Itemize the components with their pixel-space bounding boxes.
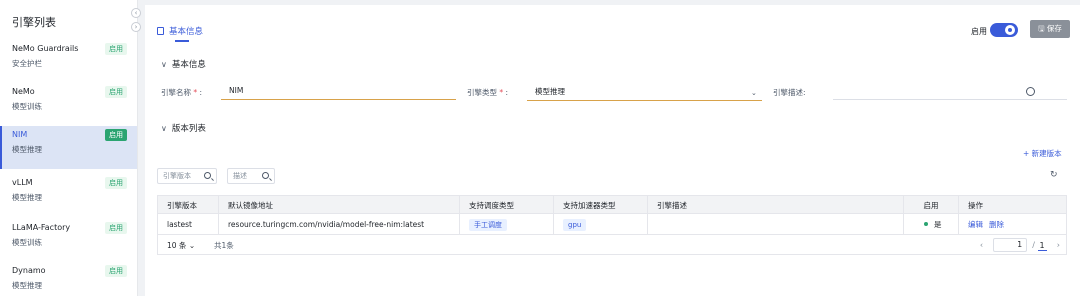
search-icon[interactable] xyxy=(262,172,269,179)
sidebar-item-category: 模型训练 xyxy=(12,238,42,247)
engine-type-select[interactable]: 模型推理 xyxy=(527,84,762,101)
status-badge: 启用 xyxy=(105,43,127,55)
sidebar-item-nemo-guardrails[interactable]: NeMo Guardrails 安全护栏 启用 xyxy=(0,40,137,83)
delete-link[interactable]: 删除 xyxy=(989,220,1004,229)
refresh-icon[interactable]: ↻ xyxy=(1050,170,1058,180)
tab-active-indicator xyxy=(175,40,189,42)
column-header: 支持调度类型 xyxy=(460,196,554,213)
page-size-select[interactable]: 10 条 ⌄ xyxy=(167,240,195,251)
collapse-left-icon[interactable]: ‹ xyxy=(131,8,141,18)
image-cell: resource.turingcm.com/nvidia/model-free-… xyxy=(219,214,460,234)
sidebar-item-nemo[interactable]: NeMo 模型训练 启用 xyxy=(0,83,137,126)
chevron-down-icon: ⌄ xyxy=(188,241,196,250)
column-header: 启用 xyxy=(904,196,959,213)
schedule-tag: 手工调度 xyxy=(469,219,507,231)
actions-cell: 编辑 删除 xyxy=(959,214,1066,234)
page-total: 1 xyxy=(1037,240,1047,251)
document-icon xyxy=(157,27,164,35)
version-table: 引擎版本 默认镜像地址 支持调度类型 支持加速器类型 引擎描述 启用 操作 la… xyxy=(157,195,1067,255)
section-title: 版本列表 xyxy=(171,124,206,134)
search-icon[interactable] xyxy=(204,172,211,179)
page-number-input[interactable]: 1 xyxy=(993,238,1028,252)
enabled-value: 是 xyxy=(934,220,942,229)
save-label: 保存 xyxy=(1046,24,1062,33)
column-header: 支持加速器类型 xyxy=(554,196,648,213)
tab-label: 基本信息 xyxy=(169,27,204,37)
engine-type-label: 引擎类型 * : xyxy=(467,88,509,97)
plus-icon: + xyxy=(1023,149,1032,158)
sidebar-item-nim[interactable]: NIM 模型推理 启用 xyxy=(0,126,137,169)
sidebar-item-name: LLaMA-Factory xyxy=(12,223,71,232)
pagination: ‹ 1 / 1 › xyxy=(980,238,1060,252)
toggle-knob xyxy=(1005,25,1015,35)
engine-detail-panel: 基本信息 启用 🖫 保存 ∨ 基本信息 引擎名称 * : NIM 引擎类型 * :… xyxy=(145,5,1080,296)
sidebar-title: 引擎列表 xyxy=(12,16,56,29)
save-button[interactable]: 🖫 保存 xyxy=(1030,20,1070,38)
table-footer: 10 条 ⌄ 共1条 ‹ 1 / 1 › xyxy=(157,235,1067,255)
expand-right-icon[interactable]: › xyxy=(131,22,141,32)
enable-toggle[interactable] xyxy=(990,23,1018,37)
schedule-cell: 手工调度 xyxy=(460,214,554,234)
section-title: 基本信息 xyxy=(171,60,206,70)
enable-label: 启用 xyxy=(971,27,987,36)
column-header: 引擎描述 xyxy=(648,196,904,213)
sidebar-item-category: 模型推理 xyxy=(12,281,42,290)
accel-cell: gpu xyxy=(554,214,648,234)
table-header: 引擎版本 默认镜像地址 支持调度类型 支持加速器类型 引擎描述 启用 操作 xyxy=(157,195,1067,214)
engine-desc-label: 引擎描述: xyxy=(773,88,806,97)
status-badge: 启用 xyxy=(105,177,127,189)
prev-page-icon[interactable]: ‹ xyxy=(980,241,983,250)
accel-tag: gpu xyxy=(563,219,587,231)
search-placeholder: 描述 xyxy=(233,172,247,180)
edit-link[interactable]: 编辑 xyxy=(968,220,983,229)
next-page-icon[interactable]: › xyxy=(1057,241,1060,250)
search-version-input[interactable]: 引擎版本 xyxy=(157,168,217,184)
sidebar-item-name: Dynamo xyxy=(12,266,46,275)
version-list-section-header[interactable]: ∨ 版本列表 xyxy=(161,122,206,134)
status-dot xyxy=(924,222,928,226)
page-size-value: 10 条 xyxy=(167,241,187,250)
sidebar-item-name: NeMo Guardrails xyxy=(12,44,79,53)
globe-icon[interactable] xyxy=(1026,87,1035,96)
sidebar-item-category: 模型训练 xyxy=(12,102,42,111)
sidebar-item-category: 模型推理 xyxy=(12,193,42,202)
sidebar-item-name: NIM xyxy=(12,130,28,139)
status-badge: 启用 xyxy=(105,265,127,277)
chevron-down-icon: ⌄ xyxy=(751,89,757,97)
sidebar-item-llama-factory[interactable]: LLaMA-Factory 模型训练 启用 xyxy=(0,219,137,262)
column-header: 引擎版本 xyxy=(158,196,219,213)
tab-basic-info[interactable]: 基本信息 xyxy=(157,25,203,37)
sidebar-item-dynamo[interactable]: Dynamo 模型推理 启用 xyxy=(0,262,137,296)
enabled-cell: 是 xyxy=(904,214,959,234)
new-version-button[interactable]: + 新建版本 xyxy=(1023,148,1062,159)
status-badge: 启用 xyxy=(105,86,127,98)
sidebar-item-category: 模型推理 xyxy=(12,145,42,154)
new-version-label: 新建版本 xyxy=(1031,149,1062,158)
table-row: lastest resource.turingcm.com/nvidia/mod… xyxy=(157,214,1067,235)
search-placeholder: 引擎版本 xyxy=(163,172,191,180)
engine-name-label: 引擎名称 * : xyxy=(161,88,203,97)
save-icon: 🖫 xyxy=(1038,24,1047,33)
status-badge: 启用 xyxy=(105,222,127,234)
sidebar-item-name: vLLM xyxy=(12,178,33,187)
sidebar-item-vllm[interactable]: vLLM 模型推理 启用 xyxy=(0,174,137,217)
engine-name-field[interactable]: NIM xyxy=(221,83,456,100)
sidebar-item-name: NeMo xyxy=(12,87,35,96)
column-header: 操作 xyxy=(968,201,983,210)
total-count: 共1条 xyxy=(214,241,234,250)
chevron-down-icon: ∨ xyxy=(161,60,167,69)
sidebar-item-category: 安全护栏 xyxy=(12,59,42,68)
engine-sidebar: 引擎列表 ‹ › NeMo Guardrails 安全护栏 启用 NeMo 模型… xyxy=(0,0,141,296)
status-badge: 启用 xyxy=(105,129,127,141)
chevron-down-icon: ∨ xyxy=(161,124,167,133)
basic-info-section-header[interactable]: ∨ 基本信息 xyxy=(161,58,206,70)
desc-cell xyxy=(648,214,904,234)
version-cell: lastest xyxy=(158,214,219,234)
column-header: 默认镜像地址 xyxy=(219,196,460,213)
search-desc-input[interactable]: 描述 xyxy=(227,168,275,184)
